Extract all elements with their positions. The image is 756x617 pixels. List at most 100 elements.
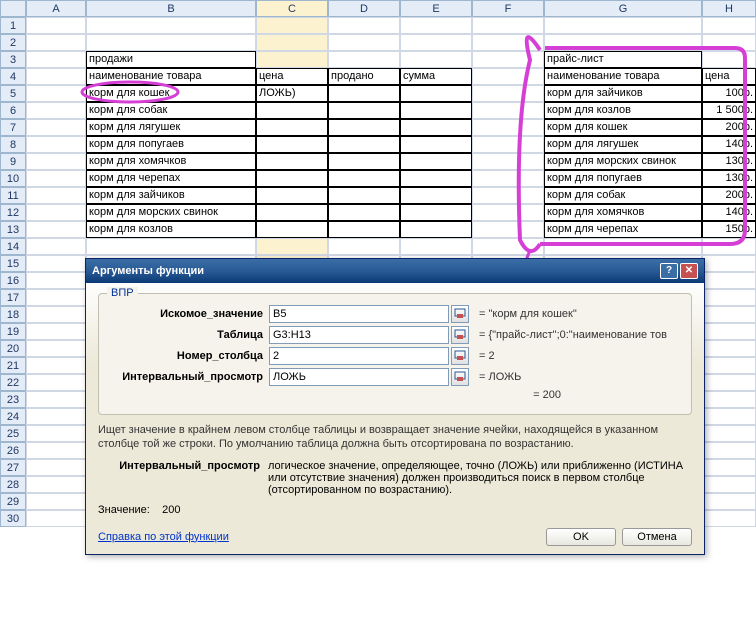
cell[interactable] bbox=[702, 255, 756, 272]
cell[interactable] bbox=[256, 136, 328, 153]
cell[interactable]: продажи bbox=[86, 51, 256, 68]
cell[interactable] bbox=[400, 17, 472, 34]
cell[interactable]: корм для лягушек bbox=[544, 136, 702, 153]
cell[interactable] bbox=[256, 119, 328, 136]
cell[interactable] bbox=[472, 51, 544, 68]
row-header-8[interactable]: 8 bbox=[0, 136, 26, 153]
cell[interactable] bbox=[400, 204, 472, 221]
cell[interactable]: корм для попугаев bbox=[86, 136, 256, 153]
arg-input-2[interactable] bbox=[269, 347, 449, 365]
cell[interactable] bbox=[472, 68, 544, 85]
cell[interactable] bbox=[400, 221, 472, 238]
help-link[interactable]: Справка по этой функции bbox=[98, 531, 229, 543]
cell[interactable] bbox=[256, 187, 328, 204]
cell[interactable]: корм для козлов bbox=[544, 102, 702, 119]
cell[interactable] bbox=[256, 170, 328, 187]
cell[interactable] bbox=[702, 357, 756, 374]
cell[interactable] bbox=[400, 85, 472, 102]
row-header-20[interactable]: 20 bbox=[0, 340, 26, 357]
cell[interactable]: корм для морских свинок bbox=[544, 153, 702, 170]
cell[interactable] bbox=[26, 187, 86, 204]
cell[interactable] bbox=[702, 340, 756, 357]
cell[interactable] bbox=[472, 34, 544, 51]
cell[interactable] bbox=[400, 170, 472, 187]
row-header-24[interactable]: 24 bbox=[0, 408, 26, 425]
cell[interactable]: корм для попугаев bbox=[544, 170, 702, 187]
cell[interactable] bbox=[328, 102, 400, 119]
cell[interactable]: наименование товара bbox=[544, 68, 702, 85]
cell[interactable] bbox=[26, 170, 86, 187]
cell[interactable] bbox=[26, 119, 86, 136]
cell[interactable] bbox=[472, 153, 544, 170]
select-all-corner[interactable] bbox=[0, 0, 26, 17]
cell[interactable]: корм для зайчиков bbox=[544, 85, 702, 102]
cell[interactable] bbox=[26, 136, 86, 153]
cell[interactable] bbox=[256, 204, 328, 221]
range-selector-button[interactable] bbox=[451, 305, 469, 323]
cell[interactable] bbox=[400, 136, 472, 153]
column-header-C[interactable]: C bbox=[256, 0, 328, 17]
cell[interactable]: корм для черепах bbox=[86, 170, 256, 187]
cell[interactable]: 200р. bbox=[702, 119, 756, 136]
cell[interactable]: ЛОЖЬ) bbox=[256, 85, 328, 102]
cell[interactable] bbox=[472, 85, 544, 102]
cell[interactable] bbox=[86, 238, 256, 255]
cell[interactable] bbox=[26, 476, 86, 493]
cell[interactable] bbox=[702, 459, 756, 476]
row-header-16[interactable]: 16 bbox=[0, 272, 26, 289]
cell[interactable] bbox=[400, 187, 472, 204]
cell[interactable]: 140р. bbox=[702, 204, 756, 221]
dialog-titlebar[interactable]: Аргументы функции ? ✕ bbox=[86, 259, 704, 283]
cell[interactable] bbox=[472, 170, 544, 187]
cell[interactable] bbox=[400, 102, 472, 119]
cell[interactable] bbox=[328, 85, 400, 102]
cell[interactable]: корм для собак bbox=[86, 102, 256, 119]
cell[interactable] bbox=[702, 510, 756, 527]
close-button[interactable]: ✕ bbox=[680, 263, 698, 279]
row-header-22[interactable]: 22 bbox=[0, 374, 26, 391]
cell[interactable] bbox=[544, 17, 702, 34]
row-header-3[interactable]: 3 bbox=[0, 51, 26, 68]
cell[interactable] bbox=[26, 221, 86, 238]
cell[interactable] bbox=[26, 306, 86, 323]
cell[interactable]: корм для кошек bbox=[86, 85, 256, 102]
row-header-26[interactable]: 26 bbox=[0, 442, 26, 459]
range-selector-button[interactable] bbox=[451, 368, 469, 386]
cell[interactable] bbox=[400, 238, 472, 255]
row-header-12[interactable]: 12 bbox=[0, 204, 26, 221]
row-header-7[interactable]: 7 bbox=[0, 119, 26, 136]
cell[interactable] bbox=[26, 153, 86, 170]
cell[interactable] bbox=[26, 493, 86, 510]
row-header-15[interactable]: 15 bbox=[0, 255, 26, 272]
column-header-F[interactable]: F bbox=[472, 0, 544, 17]
cell[interactable] bbox=[400, 34, 472, 51]
cell[interactable]: 200р. bbox=[702, 187, 756, 204]
cell[interactable]: 140р. bbox=[702, 136, 756, 153]
cell[interactable] bbox=[26, 204, 86, 221]
column-header-H[interactable]: H bbox=[702, 0, 756, 17]
row-header-9[interactable]: 9 bbox=[0, 153, 26, 170]
cell[interactable] bbox=[26, 17, 86, 34]
row-header-28[interactable]: 28 bbox=[0, 476, 26, 493]
ok-button[interactable]: OK bbox=[546, 528, 616, 546]
cell[interactable] bbox=[328, 187, 400, 204]
row-header-13[interactable]: 13 bbox=[0, 221, 26, 238]
cell[interactable]: корм для хомячков bbox=[544, 204, 702, 221]
cell[interactable] bbox=[26, 238, 86, 255]
arg-input-3[interactable] bbox=[269, 368, 449, 386]
cell[interactable] bbox=[702, 51, 756, 68]
cell[interactable] bbox=[256, 51, 328, 68]
cell[interactable] bbox=[26, 34, 86, 51]
cell[interactable] bbox=[544, 238, 702, 255]
cell[interactable]: цена bbox=[702, 68, 756, 85]
cell[interactable] bbox=[26, 340, 86, 357]
cell[interactable]: продано bbox=[328, 68, 400, 85]
cell[interactable] bbox=[400, 119, 472, 136]
cell[interactable] bbox=[26, 85, 86, 102]
cell[interactable] bbox=[86, 34, 256, 51]
row-header-30[interactable]: 30 bbox=[0, 510, 26, 527]
cell[interactable] bbox=[472, 17, 544, 34]
cell[interactable] bbox=[328, 221, 400, 238]
cell[interactable] bbox=[472, 102, 544, 119]
column-header-G[interactable]: G bbox=[544, 0, 702, 17]
